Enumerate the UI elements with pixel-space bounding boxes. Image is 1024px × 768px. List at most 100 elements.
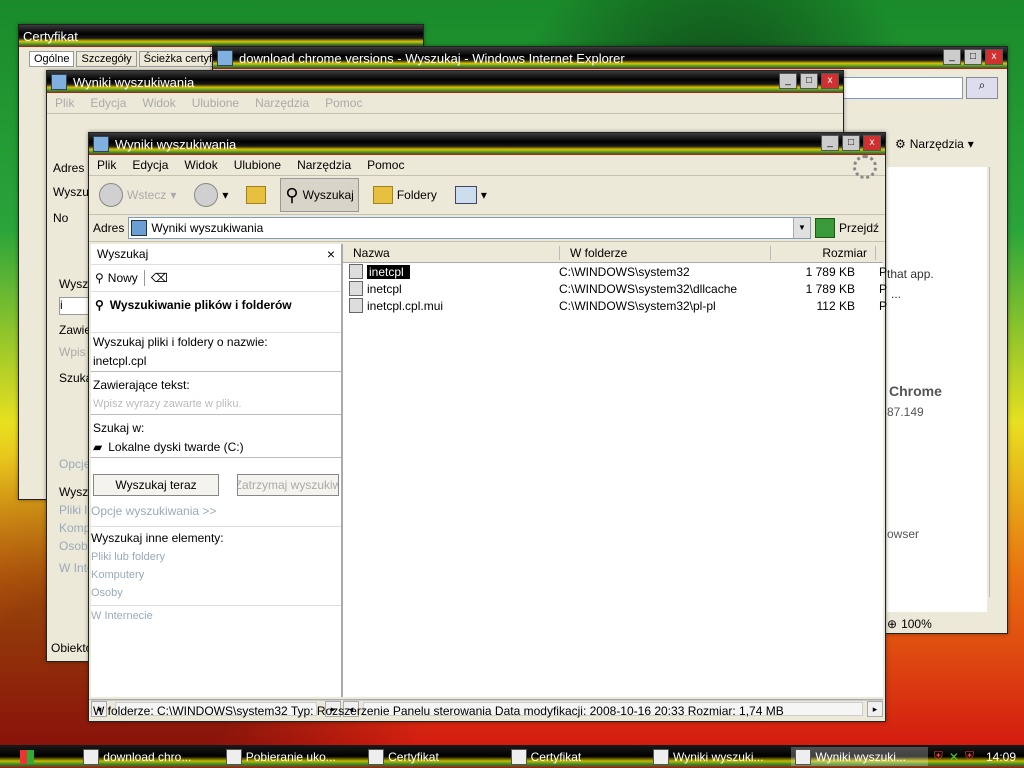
location-select[interactable]: ▰ Lokalne dyski twarde (C:): [91, 437, 341, 458]
ie-scrollbar[interactable]: [989, 167, 1006, 597]
link-internet[interactable]: W Internecie: [91, 610, 341, 622]
menu-file[interactable]: Plik: [55, 96, 74, 110]
taskbar-item[interactable]: Certyfikat: [507, 747, 643, 766]
search-pane: Wyszukaj × ⚲ Nowy ⌫ ⚲ Wyszukiwanie plikó…: [91, 244, 343, 717]
shield-icon[interactable]: ⛨: [934, 749, 943, 764]
col-size[interactable]: Rozmiar: [771, 246, 876, 260]
folders-button[interactable]: Foldery: [369, 179, 441, 211]
taskbar-item[interactable]: Wyniki wyszuki...: [791, 747, 928, 766]
maximize-button[interactable]: □: [964, 49, 982, 65]
minimize-button[interactable]: _: [779, 73, 797, 89]
views-button[interactable]: ▾: [451, 179, 491, 211]
menu-edit[interactable]: Edycja: [90, 96, 126, 110]
menu-help[interactable]: Pomoc: [367, 158, 404, 172]
link-files-folders[interactable]: Pliki lub foldery: [91, 551, 341, 563]
address-value: Wyniki wyszukiwania: [151, 221, 264, 235]
menu-tools[interactable]: Narzędzia: [255, 96, 309, 110]
ie-title: download chrome versions - Wyszukaj - Wi…: [239, 50, 625, 66]
menu-favorites[interactable]: Ulubione: [192, 96, 239, 110]
name-input[interactable]: inetcpl.cpl: [91, 351, 341, 372]
network-icon[interactable]: ✕: [949, 750, 959, 764]
address-dropdown[interactable]: ▼: [792, 218, 810, 238]
table-row[interactable]: inetcpl C:\WINDOWS\system32\dllcache 1 7…: [343, 280, 887, 297]
back-fragment: Wpis: [59, 345, 86, 359]
minimize-button[interactable]: _: [943, 49, 961, 65]
ie-titlebar[interactable]: download chrome versions - Wyszukaj - Wi…: [213, 47, 1007, 69]
taskbar-item[interactable]: download chro...: [79, 747, 215, 766]
back-search-titlebar[interactable]: Wyniki wyszukiwania _ □ x: [47, 71, 843, 93]
menu-file[interactable]: Plik: [97, 158, 116, 172]
close-icon[interactable]: ×: [327, 246, 335, 262]
text-input[interactable]: Wpisz wyrazy zawarte w pliku.: [91, 394, 341, 415]
file-name: inetcpl: [367, 264, 410, 279]
back-search-title: Wyniki wyszukiwania: [73, 74, 195, 90]
security-icon[interactable]: ⛨: [965, 749, 974, 764]
back-button[interactable]: Wstecz ▾: [95, 179, 180, 211]
certificate-icon: [368, 748, 385, 765]
start-button[interactable]: [0, 746, 79, 767]
status-bar: W folderze: C:\WINDOWS\system32 Typ: Roz…: [89, 699, 883, 722]
address-input[interactable]: Wyniki wyszukiwania ▼: [128, 217, 811, 239]
menu-tools[interactable]: Narzędzia: [297, 158, 351, 172]
system-tray: ⛨ ✕ ⛨ 14:09: [934, 749, 1024, 764]
ie-tools-menu[interactable]: ⚙ Narzędzia ▾: [895, 137, 974, 151]
maximize-button[interactable]: □: [842, 135, 860, 151]
taskbar-item[interactable]: Certyfikat: [364, 747, 500, 766]
col-folder[interactable]: W folderze: [560, 246, 771, 260]
search-options-link[interactable]: Opcje wyszukiwania >>: [91, 504, 341, 518]
go-button[interactable]: Przejdź: [814, 218, 885, 238]
close-button[interactable]: x: [985, 49, 1003, 65]
forward-button[interactable]: ▾: [190, 179, 232, 211]
chevron-down-icon: ▾: [480, 188, 487, 202]
certificate-titlebar[interactable]: Certyfikat: [19, 25, 423, 47]
main-search-window: Wyniki wyszukiwania _ □ x Plik Edycja Wido…: [88, 132, 887, 722]
address-label: Adres: [93, 221, 125, 235]
link-people[interactable]: Osoby: [91, 587, 341, 599]
menu-view[interactable]: Widok: [184, 158, 217, 172]
close-button[interactable]: x: [821, 73, 839, 89]
file-name: inetcpl.cpl.mui: [367, 298, 444, 313]
taskbar-item[interactable]: Wyniki wyszuki...: [649, 747, 785, 766]
menu-edit[interactable]: Edycja: [132, 158, 168, 172]
search-files-icon: ⚲: [95, 298, 104, 312]
col-name[interactable]: Nazwa: [343, 246, 560, 260]
back-arrow-icon: [99, 183, 123, 207]
file-name: inetcpl: [367, 281, 402, 296]
close-button[interactable]: x: [863, 135, 881, 151]
minimize-button[interactable]: _: [821, 135, 839, 151]
ie-search-icon[interactable]: ⌕: [966, 77, 998, 99]
table-row[interactable]: inetcpl.cpl.mui C:\WINDOWS\system32\pl-p…: [343, 297, 887, 314]
search-icon: ⚲: [285, 184, 299, 205]
gear-icon: ⚙: [895, 137, 906, 151]
table-row[interactable]: inetcpl C:\WINDOWS\system32 1 789 KB P: [343, 263, 887, 280]
back-menubar: Plik Edycja Widok Ulubione Narzędzia Pom…: [47, 93, 843, 114]
go-arrow-icon: [814, 218, 835, 238]
main-titlebar[interactable]: Wyniki wyszukiwania _ □ x: [89, 133, 885, 155]
taskbar: download chro... Pobieranie uko... Certy…: [0, 745, 1024, 768]
certificate-icon: [510, 748, 527, 765]
new-search-button[interactable]: ⚲ Nowy: [95, 271, 138, 285]
link-computers[interactable]: Komputery: [91, 569, 341, 581]
tab-details[interactable]: Szczegóły: [76, 51, 137, 67]
search-button[interactable]: ⚲ Wyszukaj: [280, 178, 359, 212]
maximize-button[interactable]: □: [800, 73, 818, 89]
up-folder-button[interactable]: [242, 179, 270, 211]
eraser-icon[interactable]: ⌫: [151, 271, 168, 285]
ie-zoom[interactable]: ⊕ 100%: [887, 617, 932, 631]
tab-cert-path[interactable]: Ścieżka certyfi: [138, 51, 220, 67]
forward-arrow-icon: [194, 183, 219, 207]
ie-icon: [217, 50, 233, 66]
menu-view[interactable]: Widok: [142, 96, 175, 110]
menu-help[interactable]: Pomoc: [325, 96, 362, 110]
chevron-down-icon: ▾: [170, 188, 177, 202]
back-fragment: No: [53, 211, 69, 225]
folders-label: Foldery: [396, 188, 437, 202]
search-window-icon: [652, 748, 669, 765]
tab-general[interactable]: Ogólne: [29, 51, 75, 67]
chevron-down-icon: ▾: [967, 137, 974, 151]
search-now-button[interactable]: Wyszukaj teraz: [93, 474, 219, 496]
back-fragment: Wyszu: [53, 185, 89, 199]
stop-search-button[interactable]: Zatrzymaj wyszukiw: [237, 474, 339, 496]
taskbar-item[interactable]: Pobieranie uko...: [222, 747, 358, 766]
menu-favorites[interactable]: Ulubione: [234, 158, 281, 172]
